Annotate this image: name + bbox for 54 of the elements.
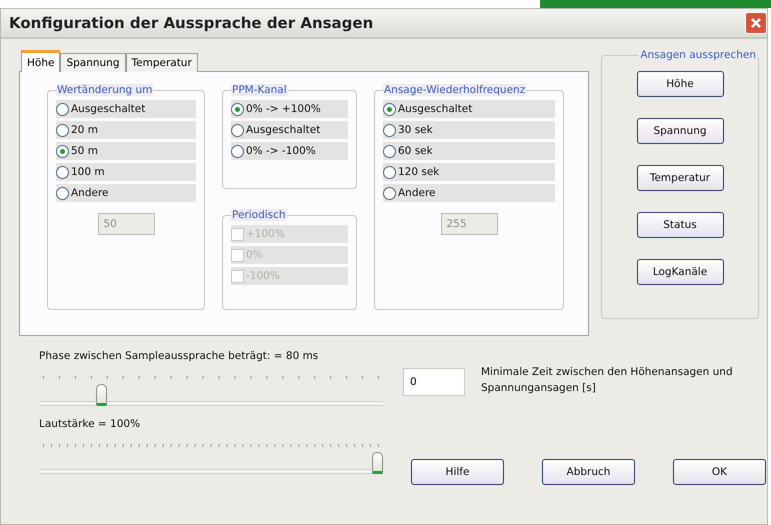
- option-label: 0% -> -100%: [246, 145, 316, 157]
- window-title: Konfiguration der Aussprache der Ansagen: [9, 14, 374, 32]
- option-label: 50 m: [71, 145, 98, 157]
- group-title: PPM-Kanal: [231, 84, 288, 96]
- option-label: 20 m: [71, 124, 98, 136]
- radio-button[interactable]: [231, 102, 244, 116]
- slider-thumb[interactable]: [96, 384, 107, 406]
- option-label: -100%: [246, 270, 280, 282]
- option-label: +100%: [246, 228, 285, 240]
- dialog-button[interactable]: Hilfe: [411, 459, 504, 485]
- option-label: Ausgeschaltet: [246, 124, 320, 136]
- speak-button[interactable]: Temperatur: [636, 165, 724, 191]
- field-label: Minimale Zeit zwischen den Höhenansagen und Spannungansagen [s]: [481, 365, 734, 396]
- radio-button[interactable]: [231, 124, 244, 136]
- option-label: Ausgeschaltet: [398, 103, 472, 115]
- tab[interactable]: Temperatur: [126, 53, 198, 72]
- option-label: 60 sek: [398, 145, 433, 157]
- radio-button[interactable]: [56, 166, 69, 178]
- group-title: Wertänderung um: [56, 84, 154, 96]
- option-label: Andere: [71, 187, 109, 199]
- dialog-button[interactable]: Abbruch: [542, 459, 635, 485]
- radio-button[interactable]: [383, 144, 396, 158]
- tab[interactable]: Spannung: [60, 53, 126, 72]
- radio-button[interactable]: [56, 144, 69, 158]
- option-label: 30 sek: [398, 124, 433, 136]
- speak-button[interactable]: Status: [636, 212, 724, 238]
- slider-label: Lautstärke = 100%: [39, 418, 142, 432]
- option-label: Andere: [398, 187, 436, 199]
- speak-button[interactable]: Spannung: [636, 118, 724, 144]
- speak-button[interactable]: LogKanäle: [636, 259, 724, 285]
- radio-button[interactable]: [383, 102, 396, 116]
- slider-thumb[interactable]: [372, 452, 383, 474]
- radio-button[interactable]: [56, 102, 69, 116]
- group-title: Periodisch: [231, 209, 287, 221]
- radio-button[interactable]: [231, 144, 244, 158]
- tab[interactable]: Höhe: [21, 50, 60, 72]
- option-label: 0% -> +100%: [246, 103, 321, 115]
- dialog-button[interactable]: OK: [673, 459, 766, 485]
- radio-button[interactable]: [383, 186, 396, 200]
- option-label: 120 sek: [398, 166, 440, 178]
- radio-button[interactable]: [56, 124, 69, 136]
- close-button[interactable]: [745, 12, 767, 34]
- group-title: Ansage-Wiederholfrequenz: [383, 84, 526, 96]
- radio-button[interactable]: [383, 124, 396, 136]
- slider-label: Phase zwischen Sampleaussprache beträgt: = 80 ms: [39, 350, 320, 364]
- radio-button[interactable]: [56, 186, 69, 200]
- input-field[interactable]: 0: [403, 368, 465, 396]
- radio-button[interactable]: [383, 166, 396, 178]
- option-label: 100 m: [71, 166, 105, 178]
- close-icon: [750, 17, 762, 29]
- option-label: Ausgeschaltet: [71, 103, 146, 115]
- speak-button[interactable]: Höhe: [636, 71, 724, 97]
- option-label: 0%: [246, 249, 263, 261]
- group-title: Ansagen aussprechen: [639, 49, 757, 61]
